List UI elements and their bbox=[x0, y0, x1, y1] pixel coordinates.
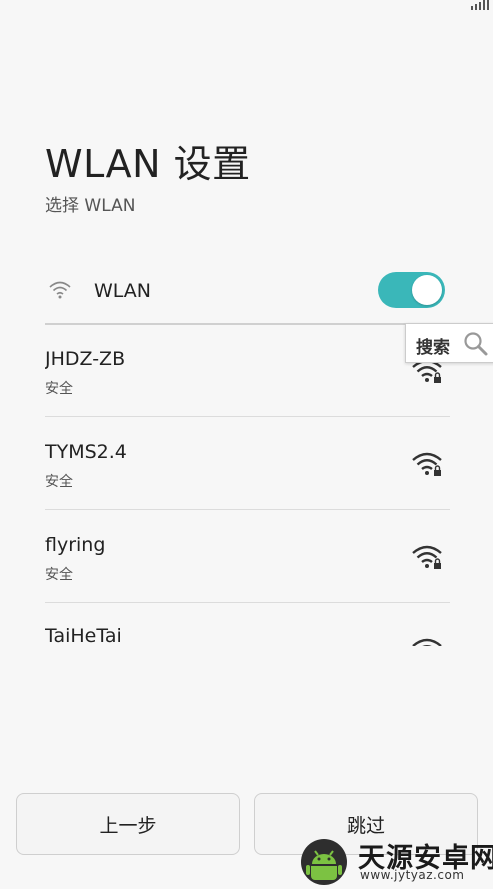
network-item[interactable]: TaiHeTai bbox=[45, 603, 450, 646]
network-security: 安全 bbox=[45, 567, 73, 583]
network-item[interactable]: flyring 安全 bbox=[45, 510, 450, 603]
page-title: WLAN 设置 bbox=[45, 142, 251, 186]
network-ssid: JHDZ-ZB bbox=[45, 348, 126, 370]
android-logo-icon bbox=[301, 839, 347, 885]
wifi-lock-icon bbox=[412, 545, 442, 569]
network-list[interactable]: JHDZ-ZB 安全 TYMS2.4 安全 flyring 安全 TaiHeTa… bbox=[45, 324, 450, 646]
network-ssid: TYMS2.4 bbox=[45, 441, 127, 463]
search-button[interactable]: 搜索 bbox=[405, 323, 493, 363]
wlan-label: WLAN bbox=[94, 280, 152, 302]
wifi-lock-icon bbox=[412, 638, 442, 646]
search-label: 搜索 bbox=[416, 338, 450, 358]
back-button[interactable]: 上一步 bbox=[16, 793, 240, 855]
network-item[interactable]: TYMS2.4 安全 bbox=[45, 417, 450, 510]
search-icon bbox=[464, 332, 488, 356]
page-subtitle: 选择 WLAN bbox=[45, 196, 136, 216]
network-ssid: TaiHeTai bbox=[45, 625, 122, 646]
network-security: 安全 bbox=[45, 474, 73, 490]
network-item[interactable]: JHDZ-ZB 安全 bbox=[45, 324, 450, 417]
watermark: 天源安卓网 www.jytyaz.com bbox=[296, 830, 493, 889]
wifi-icon bbox=[49, 281, 71, 299]
switch-knob bbox=[412, 275, 442, 305]
wlan-switch[interactable] bbox=[378, 272, 445, 308]
network-security: 安全 bbox=[45, 381, 73, 397]
wifi-lock-icon bbox=[412, 452, 442, 476]
wlan-toggle-row[interactable]: WLAN bbox=[45, 270, 450, 314]
network-ssid: flyring bbox=[45, 534, 106, 556]
signal-icon bbox=[471, 0, 489, 10]
watermark-url: www.jytyaz.com bbox=[360, 868, 465, 882]
